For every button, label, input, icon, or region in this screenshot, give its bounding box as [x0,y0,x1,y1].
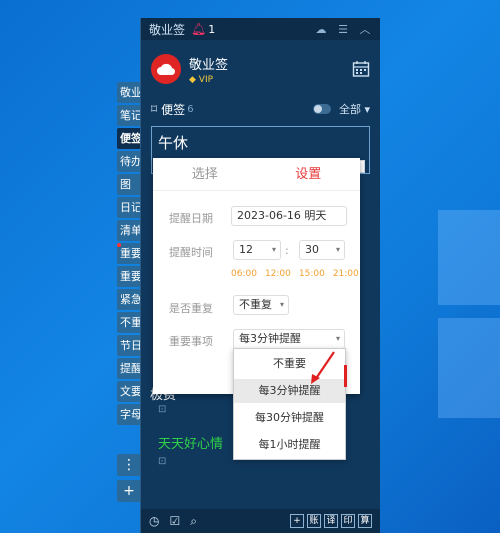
notes-header: ⌑ 便签 6 全部 ▾ [141,98,380,120]
checklist-icon[interactable]: ☑ [169,514,180,528]
side-tab[interactable]: 敬业 [117,82,141,103]
side-tab[interactable]: 提醒 [117,358,141,379]
profile: 敬业签 ◆ VIP [141,40,380,98]
popup-tabs: 选择 设置 [153,158,360,191]
importance-label: 重要事项 [169,335,213,348]
time-presets: 06:00 12:00 15:00 21:00 [231,269,367,279]
more-tabs-button[interactable]: ⋮ [117,454,141,476]
calendar-icon[interactable] [352,60,370,78]
side-tab[interactable]: 重要 [117,243,141,264]
notification-count: 1 [208,22,216,36]
category-tabs: 敬业 笔记 便签 待办 图 日记 清单 重要 重要 紧急 不重 节日 提醒 文要… [117,82,141,427]
tab-select[interactable]: 选择 [153,158,257,190]
date-field[interactable]: 2023-06-16 明天 [231,206,347,226]
add-category-button[interactable]: + [117,480,141,502]
side-tab-active[interactable]: 便签 [117,128,141,149]
note-icon: ⌑ [151,102,158,116]
title-bar: 敬业签 🔔︎ 1 ☁ ☰ ︿ [141,18,380,40]
side-tab[interactable]: 节日 [117,335,141,356]
menu-icon[interactable]: ☰ [336,22,350,36]
side-tab[interactable]: 文要 [117,381,141,402]
time-label: 提醒时间 [169,246,213,259]
avatar[interactable] [151,54,181,84]
hour-select[interactable]: 12 ▾ [233,240,281,260]
red-marker [344,365,347,387]
side-tab[interactable]: 紧急 [117,289,141,310]
add-button[interactable]: + [290,514,304,528]
importance-select[interactable]: 每3分钟提醒 ▾ [233,329,345,349]
cloud-logo-icon [157,63,176,76]
time-preset[interactable]: 06:00 [231,269,257,279]
minute-select[interactable]: 30 ▾ [299,240,345,260]
view-toggle[interactable] [312,104,331,114]
filter-select[interactable]: 全部 ▾ [339,101,370,117]
desktop-window-logo-top [438,210,500,305]
cloud-icon[interactable]: ☁ [314,22,328,36]
list-item[interactable]: 天天好心情 [158,433,223,452]
bell-icon[interactable]: 🔔︎ [191,22,206,36]
repeat-label: 是否重复 [169,302,213,315]
clock-icon[interactable]: ◷ [149,514,159,528]
side-tab[interactable]: 清单 [117,220,141,241]
repeat-select[interactable]: 不重复 ▾ [233,295,289,315]
translate-button[interactable]: 译 [324,514,338,528]
collapse-icon[interactable]: ︿ [358,22,372,36]
side-tab[interactable]: 字母 [117,404,141,425]
side-tab[interactable]: 笔记 [117,105,141,126]
account-button[interactable]: 账 [307,514,321,528]
time-preset[interactable]: 12:00 [265,269,291,279]
date-label: 提醒日期 [169,212,213,225]
vip-badge: ◆ VIP [189,74,214,85]
notes-title: 便签 [161,102,186,117]
bottom-bar: ◷ ☑ ⌕ + 账 译 印 算 [141,509,380,533]
side-tab[interactable]: 图 [117,174,141,195]
time-colon: : [285,244,289,257]
side-tab[interactable]: 日记 [117,197,141,218]
notes-count: 6 [187,103,194,115]
print-button[interactable]: 印 [341,514,355,528]
side-tab[interactable]: 重要 [117,266,141,287]
red-arrow-annotation [311,351,335,384]
side-tab[interactable]: 待办 [117,151,141,172]
attach-icon: ⊡ [158,456,167,467]
user-name: 敬业签 [189,57,229,73]
dropdown-option[interactable]: 每1小时提醒 [234,433,345,457]
note-title-input[interactable]: 午休 [152,127,369,158]
attach-icon: ⊡ [158,404,167,415]
time-preset[interactable]: 21:00 [333,269,359,279]
tab-settings[interactable]: 设置 [257,158,361,190]
search-icon[interactable]: ⌕ [190,514,197,529]
side-tab[interactable]: 不重 [117,312,141,333]
time-preset[interactable]: 15:00 [299,269,325,279]
desktop-window-logo-bottom [438,318,500,418]
app-title: 敬业签 [149,22,186,37]
dropdown-option[interactable]: 每30分钟提醒 [234,406,345,430]
calculator-button[interactable]: 算 [358,514,372,528]
